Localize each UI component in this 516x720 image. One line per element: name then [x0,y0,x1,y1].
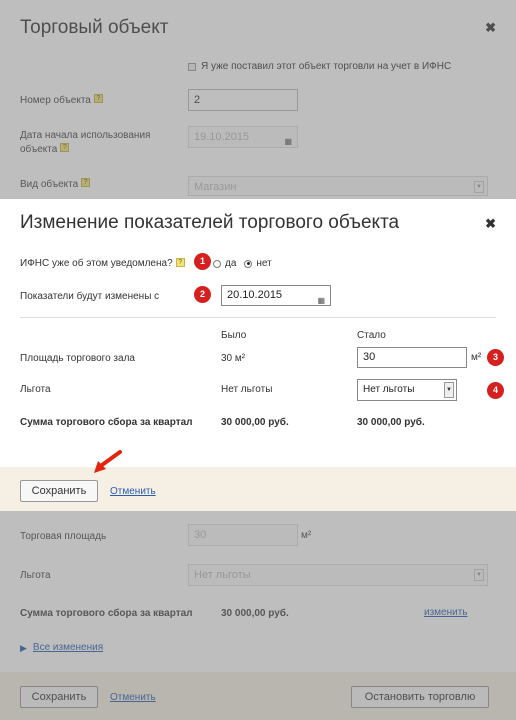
step-badge-1: 1 [194,253,211,270]
area-label: Площадь торгового зала [20,353,135,364]
step-badge-3: 3 [487,349,504,366]
column-was-header: Было [221,330,247,341]
change-date-label: Показатели будут изменены с [20,291,160,302]
pointer-arrow-icon [94,450,122,473]
radio-no[interactable] [244,259,253,268]
radio-yes[interactable] [213,259,221,268]
save-button[interactable]: Сохранить [20,480,98,502]
step-badge-2: 2 [194,286,211,303]
benefit-label: Льгота [20,384,51,395]
dialog-footer: Сохранить Отменить [0,467,516,511]
radio-no-label: нет [256,258,272,269]
chevron-down-icon[interactable]: ▼ [444,382,454,398]
benefit-select[interactable]: Нет льготы ▼ [357,379,457,401]
change-indicators-dialog: Изменение показателей торгового объекта … [0,199,516,511]
column-became-header: Стало [357,330,386,341]
change-date-input[interactable]: 20.10.2015 ▦ [221,285,331,306]
cancel-link[interactable]: Отменить [110,486,156,497]
dialog-title: Изменение показателей торгового объекта [20,212,400,233]
area-unit: м² [471,352,482,363]
sum-label: Сумма торгового сбора за квартал [20,417,193,428]
divider [20,317,496,318]
sum-new-value: 30 000,00 руб. [357,417,425,428]
step-badge-4: 4 [487,382,504,399]
area-was-value: 30 м² [221,353,246,364]
sum-was-value: 30 000,00 руб. [221,417,289,428]
close-icon[interactable]: ✖ [485,216,496,232]
ifns-radio-group: да нет [213,258,272,269]
radio-yes-label: да [225,258,237,269]
ifns-notified-label: ИФНС уже об этом уведомлена?? [20,258,185,269]
area-new-input[interactable]: 30 [357,347,467,368]
help-icon[interactable]: ? [175,258,185,267]
benefit-was-value: Нет льготы [221,384,273,395]
calendar-icon[interactable]: ▦ [317,291,325,310]
